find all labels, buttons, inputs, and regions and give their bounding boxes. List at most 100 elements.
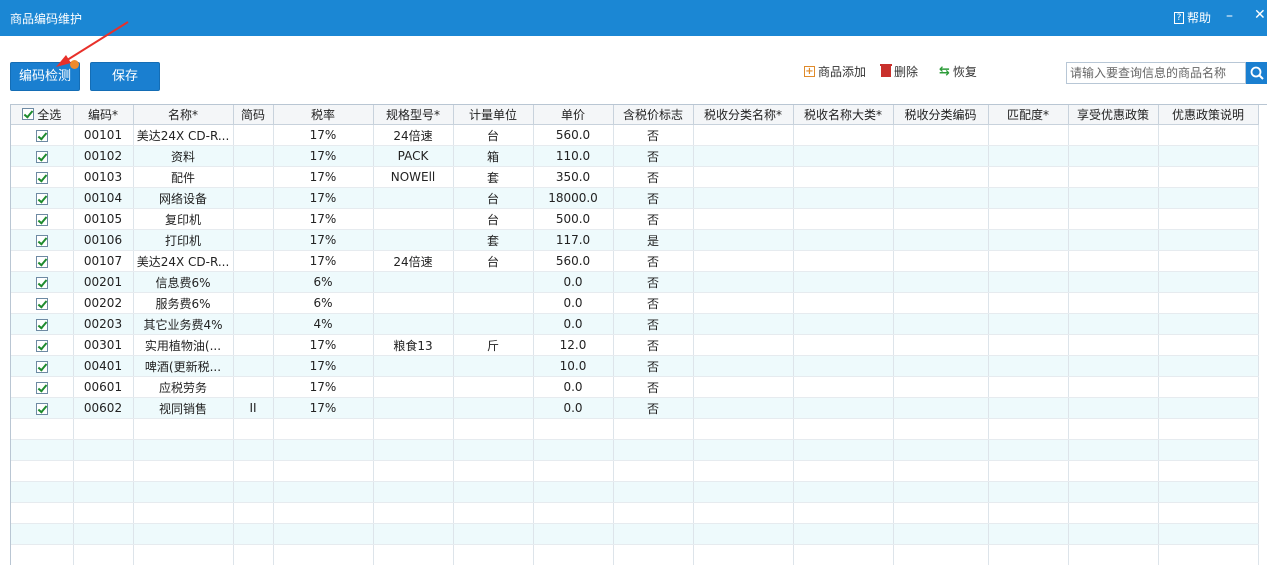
select-all-header[interactable]: 全选 [11, 105, 73, 125]
table-cell[interactable] [793, 146, 893, 167]
table-cell[interactable] [893, 440, 988, 461]
table-cell[interactable] [793, 545, 893, 565]
table-cell[interactable] [793, 293, 893, 314]
table-cell[interactable] [1158, 167, 1258, 188]
table-cell[interactable]: 18000.0 [533, 188, 613, 209]
row-select-cell[interactable] [11, 335, 73, 356]
table-cell[interactable] [693, 209, 793, 230]
table-cell[interactable] [988, 251, 1068, 272]
table-cell[interactable]: 00202 [73, 293, 133, 314]
table-cell[interactable] [613, 461, 693, 482]
table-cell[interactable] [693, 125, 793, 146]
table-cell[interactable] [73, 503, 133, 524]
table-cell[interactable]: 视同销售 [133, 398, 233, 419]
table-cell[interactable] [893, 251, 988, 272]
table-cell[interactable]: 0.0 [533, 398, 613, 419]
table-row[interactable] [11, 461, 1258, 482]
table-cell[interactable] [988, 461, 1068, 482]
table-cell[interactable] [988, 335, 1068, 356]
restore-button[interactable]: ⇆ 恢复 [939, 63, 977, 80]
table-cell[interactable]: 美达24X CD-R... [133, 125, 233, 146]
column-header[interactable]: 税收分类名称* [693, 105, 793, 125]
table-cell[interactable] [533, 419, 613, 440]
table-cell[interactable] [893, 356, 988, 377]
table-cell[interactable] [893, 314, 988, 335]
row-select-cell[interactable] [11, 251, 73, 272]
table-cell[interactable]: 否 [613, 377, 693, 398]
table-cell[interactable]: 啤酒(更新税... [133, 356, 233, 377]
table-cell[interactable]: PACK [373, 146, 453, 167]
table-cell[interactable]: 否 [613, 335, 693, 356]
row-checkbox[interactable] [36, 193, 48, 205]
table-cell[interactable] [793, 524, 893, 545]
table-cell[interactable] [1158, 146, 1258, 167]
table-cell[interactable] [133, 440, 233, 461]
table-cell[interactable] [893, 209, 988, 230]
table-row[interactable] [11, 419, 1258, 440]
table-cell[interactable] [988, 419, 1068, 440]
table-cell[interactable] [373, 230, 453, 251]
table-cell[interactable] [893, 335, 988, 356]
table-cell[interactable] [693, 419, 793, 440]
table-cell[interactable]: II [233, 398, 273, 419]
table-cell[interactable] [1158, 545, 1258, 565]
table-cell[interactable]: 应税劳务 [133, 377, 233, 398]
row-select-cell[interactable] [11, 272, 73, 293]
column-header[interactable]: 含税价标志 [613, 105, 693, 125]
table-row[interactable] [11, 545, 1258, 565]
table-cell[interactable] [233, 335, 273, 356]
table-cell[interactable] [73, 461, 133, 482]
table-row[interactable] [11, 440, 1258, 461]
table-cell[interactable] [1158, 482, 1258, 503]
table-cell[interactable] [1068, 461, 1158, 482]
table-cell[interactable] [273, 440, 373, 461]
table-cell[interactable]: 17% [273, 209, 373, 230]
table-row[interactable]: 00203其它业务费4%4%0.0否 [11, 314, 1258, 335]
table-cell[interactable] [373, 356, 453, 377]
table-cell[interactable] [893, 503, 988, 524]
row-checkbox[interactable] [36, 340, 48, 352]
table-cell[interactable] [893, 482, 988, 503]
table-cell[interactable] [793, 230, 893, 251]
table-cell[interactable] [1158, 209, 1258, 230]
table-cell[interactable]: 00104 [73, 188, 133, 209]
table-cell[interactable] [73, 482, 133, 503]
table-cell[interactable]: 560.0 [533, 125, 613, 146]
table-cell[interactable]: 0.0 [533, 293, 613, 314]
table-row[interactable] [11, 524, 1258, 545]
search-input[interactable] [1066, 62, 1246, 84]
table-cell[interactable] [1068, 188, 1158, 209]
table-cell[interactable]: 其它业务费4% [133, 314, 233, 335]
table-cell[interactable] [988, 146, 1068, 167]
table-cell[interactable] [693, 251, 793, 272]
table-cell[interactable] [453, 398, 533, 419]
table-cell[interactable] [1068, 356, 1158, 377]
table-cell[interactable] [988, 188, 1068, 209]
table-cell[interactable] [1068, 314, 1158, 335]
table-cell[interactable]: 打印机 [133, 230, 233, 251]
table-cell[interactable] [1158, 398, 1258, 419]
table-cell[interactable] [613, 545, 693, 565]
table-cell[interactable] [793, 503, 893, 524]
column-header[interactable]: 计量单位 [453, 105, 533, 125]
table-cell[interactable] [233, 356, 273, 377]
table-cell[interactable] [1068, 335, 1158, 356]
table-cell[interactable] [988, 293, 1068, 314]
row-checkbox[interactable] [36, 298, 48, 310]
table-cell[interactable] [233, 293, 273, 314]
table-cell[interactable] [453, 377, 533, 398]
table-cell[interactable] [373, 293, 453, 314]
table-cell[interactable] [1158, 335, 1258, 356]
table-cell[interactable] [373, 188, 453, 209]
row-checkbox[interactable] [36, 382, 48, 394]
table-cell[interactable] [233, 146, 273, 167]
table-cell[interactable] [233, 482, 273, 503]
table-cell[interactable] [693, 503, 793, 524]
table-cell[interactable] [693, 314, 793, 335]
table-cell[interactable] [793, 377, 893, 398]
table-cell[interactable]: 17% [273, 188, 373, 209]
table-cell[interactable]: 网络设备 [133, 188, 233, 209]
table-cell[interactable] [453, 419, 533, 440]
table-cell[interactable] [693, 335, 793, 356]
column-header[interactable]: 简码 [233, 105, 273, 125]
